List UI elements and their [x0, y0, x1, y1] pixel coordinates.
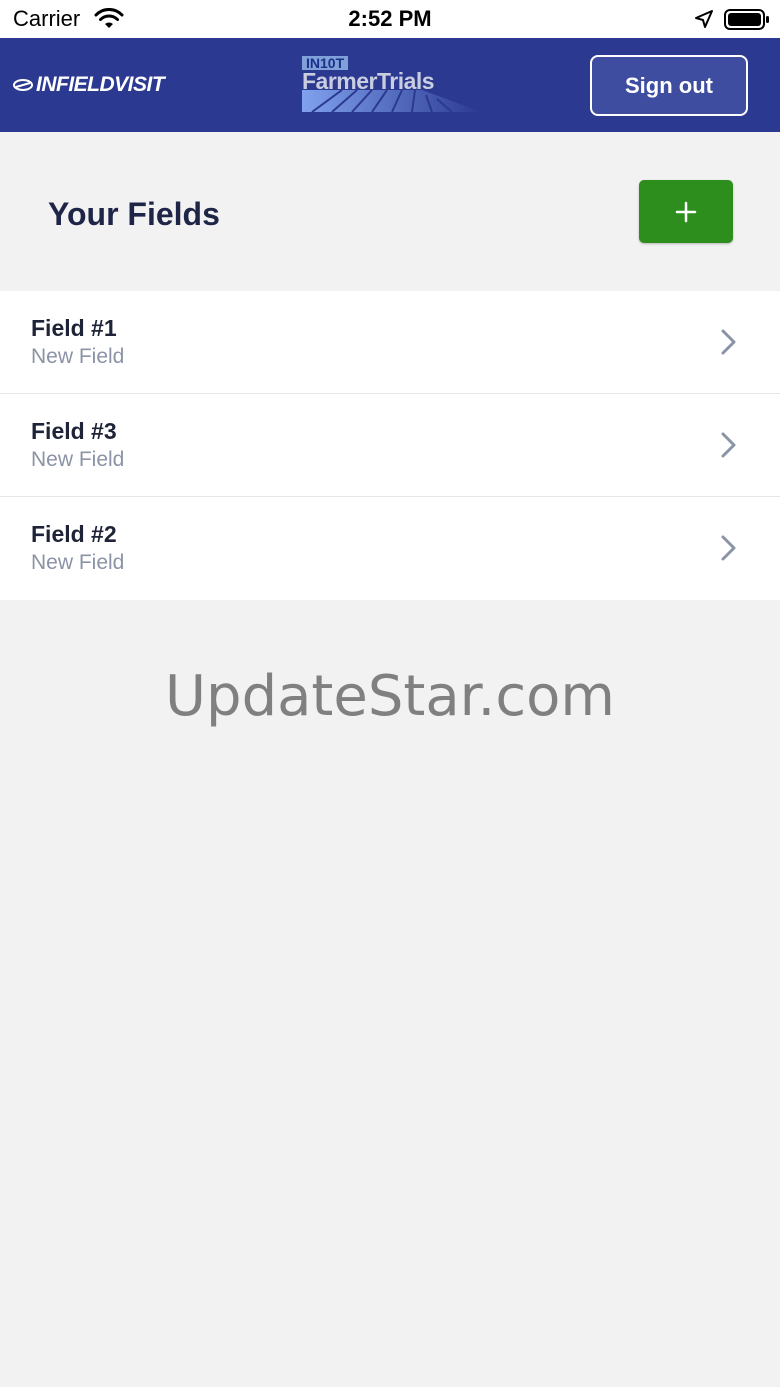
- farmer-trials-logo: IN10T FarmerTrials: [302, 56, 482, 132]
- field-subtitle: New Field: [31, 551, 125, 574]
- field-name: Field #3: [31, 418, 117, 444]
- list-item[interactable]: Field #2 New Field: [0, 497, 780, 600]
- watermark-text: UpdateStar.com: [165, 664, 615, 729]
- plus-icon: [675, 201, 697, 222]
- status-bar: Carrier 2:52 PM: [0, 0, 780, 38]
- clock: 2:52 PM: [348, 6, 432, 31]
- field-name: Field #2: [31, 521, 117, 547]
- location-arrow-icon: [695, 10, 713, 28]
- infieldvisit-logo-text: INFIELDVISIT: [36, 73, 165, 96]
- list-item[interactable]: Field #1 New Field: [0, 291, 780, 394]
- chevron-right-icon: [721, 329, 736, 355]
- list-item[interactable]: Field #3 New Field: [0, 394, 780, 497]
- field-rows-graphic: [302, 90, 482, 112]
- chevron-right-icon: [721, 432, 736, 458]
- page-title: Your Fields: [48, 196, 220, 232]
- field-name: Field #1: [31, 315, 117, 341]
- infieldvisit-logo: INFIELDVISIT: [12, 72, 165, 98]
- field-list: Field #1 New Field Field #3 New Field Fi…: [0, 291, 780, 600]
- add-field-button[interactable]: [639, 180, 733, 243]
- field-subtitle: New Field: [31, 448, 125, 471]
- field-subtitle: New Field: [31, 345, 125, 368]
- battery-icon: [724, 9, 769, 30]
- sign-out-button[interactable]: Sign out: [590, 55, 748, 116]
- app-header: INFIELDVISIT IN10T FarmerTrials Sign out: [0, 38, 780, 132]
- chevron-right-icon: [721, 535, 736, 561]
- infieldvisit-logo-icon: [13, 79, 33, 91]
